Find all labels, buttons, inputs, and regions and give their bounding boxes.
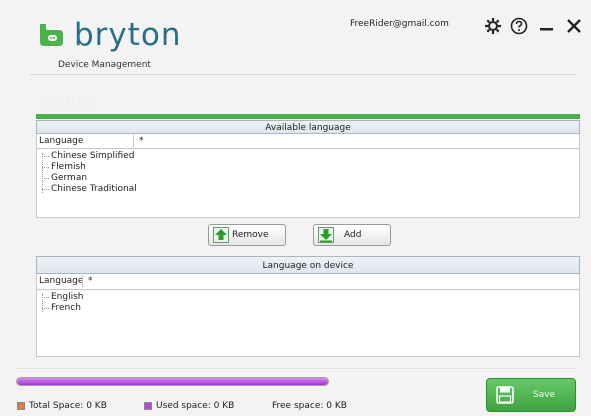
minimize-icon[interactable] xyxy=(539,14,555,40)
column-language[interactable]: Language xyxy=(39,274,83,289)
column-separator xyxy=(82,275,83,287)
save-button[interactable]: Save xyxy=(486,378,576,412)
header-divider xyxy=(30,74,575,75)
available-column-header[interactable]: Language * xyxy=(36,134,580,148)
remove-label: Remove xyxy=(232,230,269,240)
floppy-disk-icon xyxy=(496,386,514,404)
footer-divider xyxy=(16,368,576,369)
list-item[interactable]: French xyxy=(39,303,81,314)
total-space-text: Total Space: 0 KB xyxy=(29,401,107,411)
section-accent-bar xyxy=(36,114,580,119)
bryton-logo-icon xyxy=(40,24,63,46)
device-language-header: Language on device xyxy=(36,256,580,274)
list-item[interactable]: English xyxy=(39,292,84,303)
storage-progress-bar xyxy=(16,377,329,386)
column-language[interactable]: Language xyxy=(39,134,83,148)
download-arrow-icon xyxy=(318,227,334,243)
list-item[interactable]: Chinese Traditional xyxy=(39,184,137,195)
column-star[interactable]: * xyxy=(88,274,93,289)
device-language-list[interactable]: English French xyxy=(36,289,580,357)
account-email: FreeRider@gmail.com xyxy=(350,19,449,29)
available-language-header: Available language xyxy=(36,120,580,134)
device-column-header[interactable]: Language * xyxy=(36,274,580,289)
list-item[interactable]: German xyxy=(39,173,87,184)
storage-progress-fill xyxy=(17,378,328,385)
column-star[interactable]: * xyxy=(139,134,144,148)
list-item[interactable]: Flemish xyxy=(39,162,86,173)
list-item[interactable]: Chinese Simplified xyxy=(39,151,134,162)
add-label: Add xyxy=(344,230,362,240)
app-subtitle: Device Management xyxy=(58,60,151,70)
close-icon[interactable] xyxy=(566,14,582,40)
upload-arrow-icon xyxy=(213,227,229,243)
total-space-legend xyxy=(17,402,25,410)
column-separator xyxy=(133,135,134,147)
gear-icon[interactable] xyxy=(484,14,502,40)
add-button[interactable]: Add xyxy=(313,224,391,246)
brand-name: bryton xyxy=(74,17,182,53)
section-title: Language xyxy=(42,96,92,107)
help-icon[interactable] xyxy=(510,14,528,40)
used-space-legend xyxy=(144,402,152,410)
remove-button[interactable]: Remove xyxy=(208,224,286,246)
available-language-list[interactable]: Chinese Simplified Flemish German Chines… xyxy=(36,148,580,218)
used-space-text: Used space: 0 KB xyxy=(156,401,235,411)
free-space-text: Free space: 0 KB xyxy=(272,401,347,411)
save-label: Save xyxy=(533,390,556,400)
